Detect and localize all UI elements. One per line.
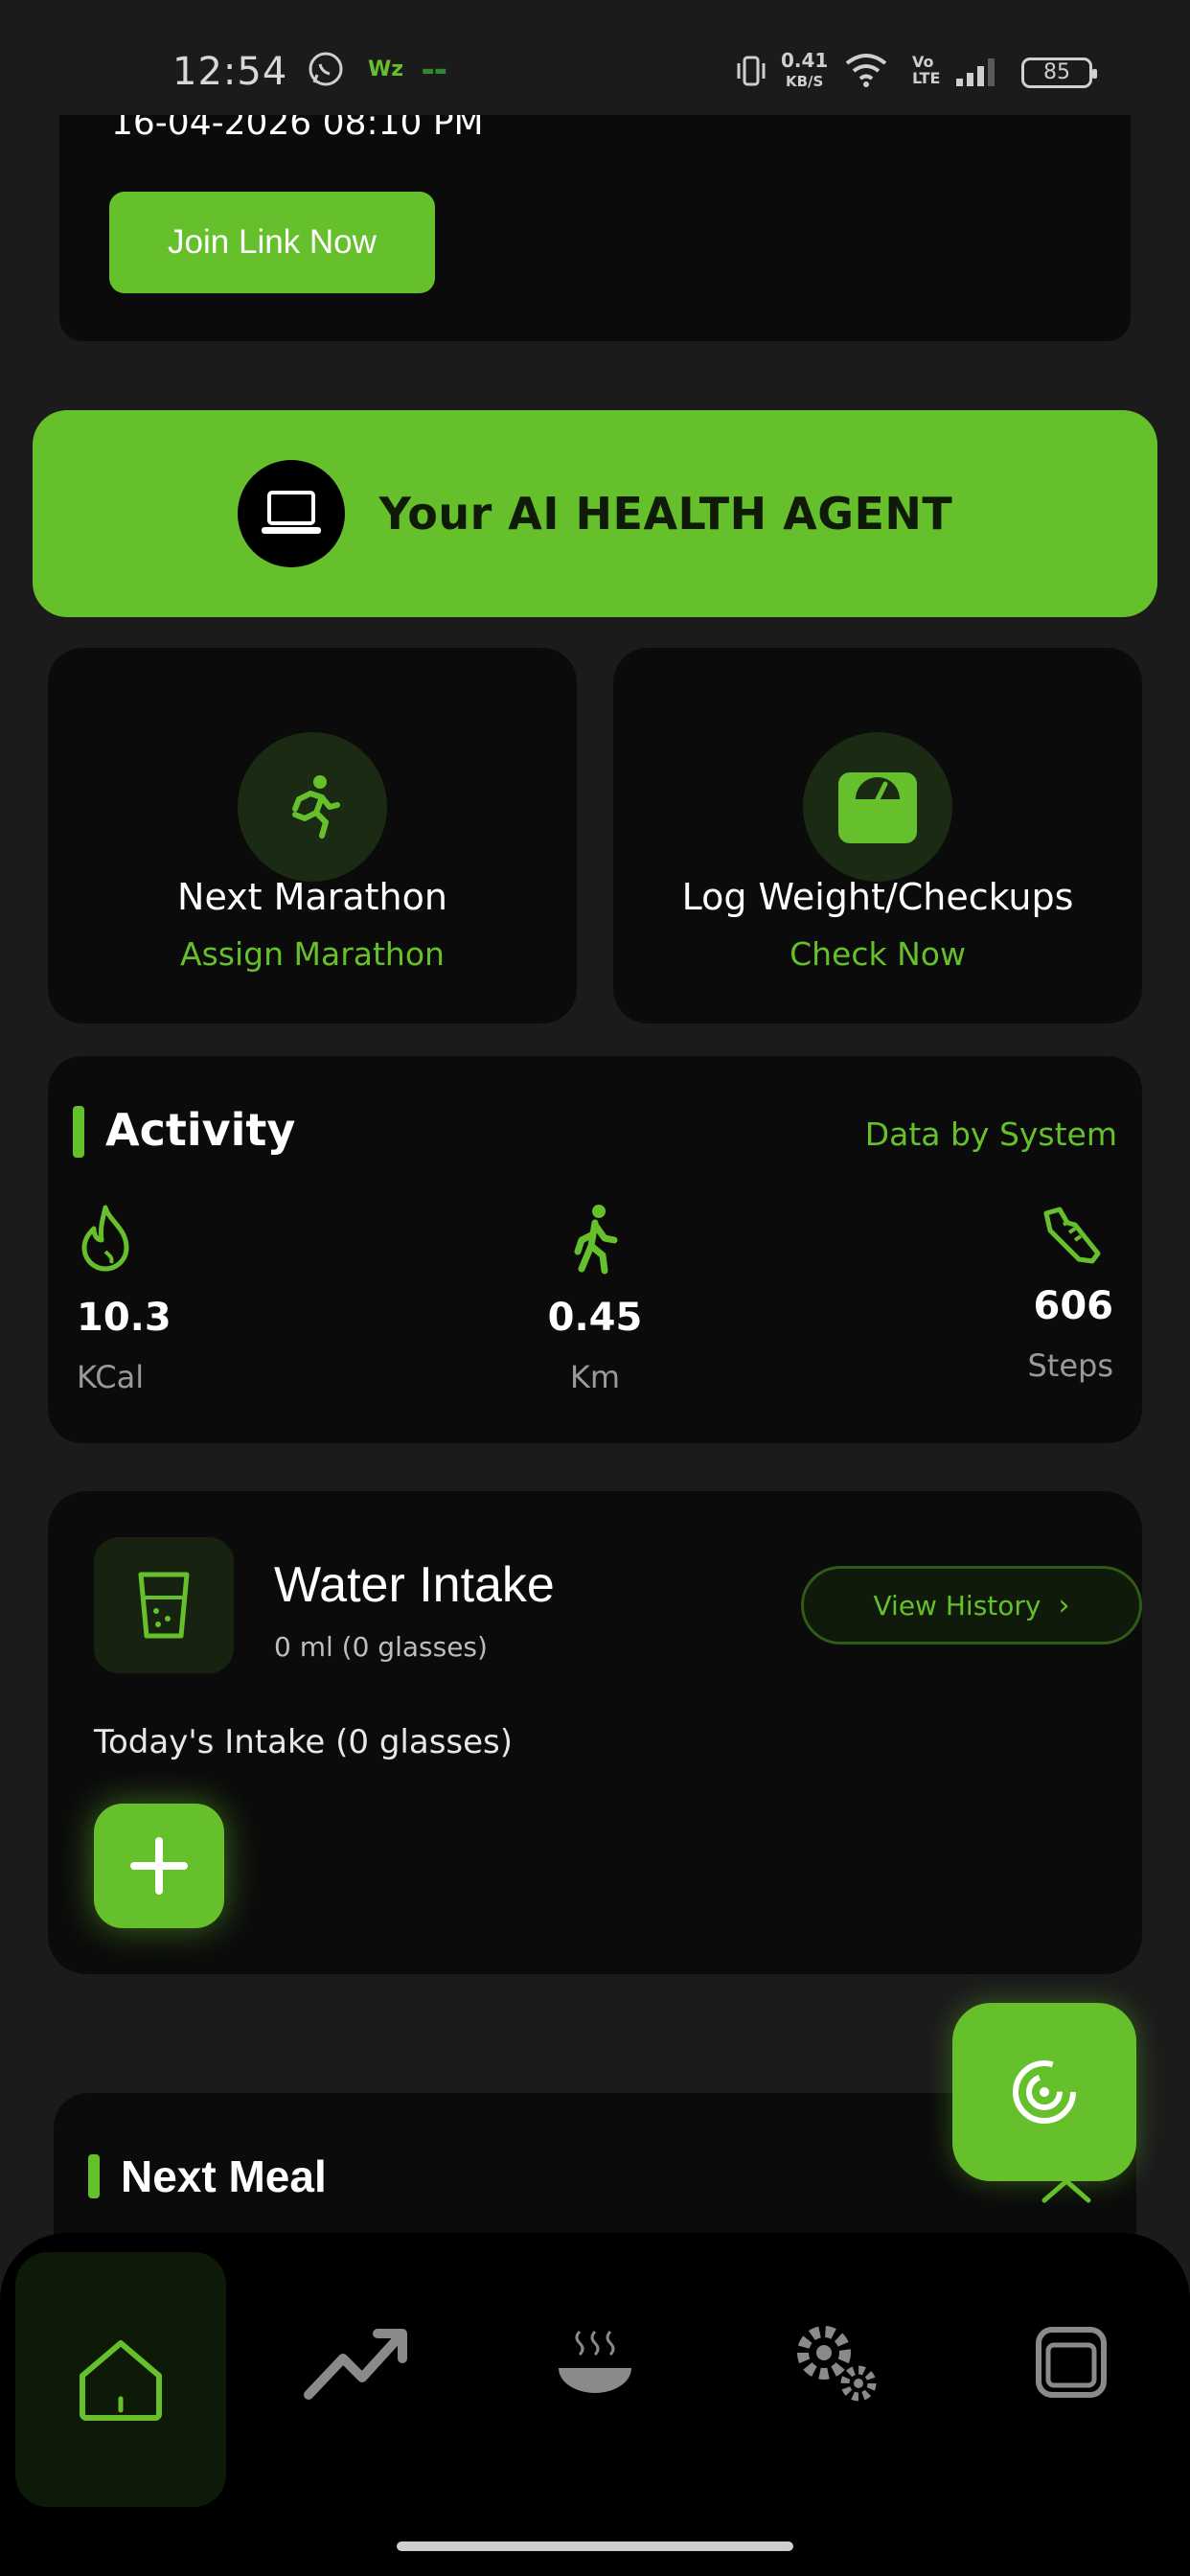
home-indicator[interactable] bbox=[397, 2542, 793, 2551]
laptop-icon bbox=[237, 460, 345, 567]
todays-intake-label: Today's Intake (0 glasses) bbox=[94, 1723, 514, 1761]
volte-icon: Vo LTE bbox=[912, 53, 941, 87]
next-marathon-title: Next Marathon bbox=[177, 876, 447, 918]
log-weight-title: Log Weight/Checkups bbox=[681, 876, 1074, 918]
status-bar: 12:54 Wz ▬▬ 0.41 KB/S Vo LTE 85 bbox=[0, 0, 1190, 115]
metric-km: 0.45 Km bbox=[470, 1204, 720, 1395]
steps-unit: Steps bbox=[1027, 1347, 1113, 1384]
app-notification-icon: Wz bbox=[368, 58, 404, 81]
water-intake-card: Water Intake 0 ml (0 glasses) View Histo… bbox=[48, 1491, 1142, 1974]
nav-progress[interactable] bbox=[251, 2233, 462, 2492]
next-marathon-card[interactable]: Next Marathon Assign Marathon bbox=[48, 648, 577, 1024]
network-speed-unit: KB/S bbox=[786, 73, 824, 90]
signal-icon bbox=[954, 56, 998, 92]
water-intake-subtitle: 0 ml (0 glasses) bbox=[274, 1631, 488, 1663]
meal-bowl-icon bbox=[559, 2330, 631, 2393]
ai-assistant-fab[interactable] bbox=[952, 2003, 1136, 2181]
activity-source: Data by System bbox=[864, 1116, 1117, 1153]
bottom-navigation bbox=[0, 2233, 1190, 2576]
vibrate-icon bbox=[734, 52, 768, 94]
check-now-link[interactable]: Check Now bbox=[613, 935, 1142, 973]
radar-icon bbox=[1013, 2060, 1076, 2124]
scale-icon bbox=[803, 732, 952, 882]
activity-accent-bar bbox=[73, 1106, 84, 1158]
km-value: 0.45 bbox=[547, 1296, 643, 1340]
view-history-label: View History bbox=[873, 1589, 1041, 1622]
flame-icon bbox=[77, 1204, 326, 1278]
ai-health-agent-label: Your AI HEALTH AGENT bbox=[378, 488, 953, 540]
nav-home[interactable] bbox=[15, 2252, 226, 2507]
activity-card: Activity Data by System 10.3 KCal 0.45 K… bbox=[48, 1056, 1142, 1443]
steps-value: 606 bbox=[1033, 1284, 1114, 1328]
nav-more[interactable] bbox=[966, 2233, 1177, 2492]
log-weight-card[interactable]: Log Weight/Checkups Check Now bbox=[613, 648, 1142, 1024]
runner-icon bbox=[238, 732, 387, 882]
network-speed: 0.41 KB/S bbox=[781, 50, 828, 92]
metric-steps: 606 Steps bbox=[864, 1204, 1113, 1384]
next-meal-title: Next Meal bbox=[121, 2151, 327, 2201]
nav-meals[interactable] bbox=[490, 2233, 700, 2492]
water-intake-title: Water Intake bbox=[274, 1557, 555, 1613]
add-water-button[interactable] bbox=[94, 1804, 224, 1928]
walking-icon bbox=[470, 1204, 720, 1278]
chevron-right-icon: › bbox=[1058, 1588, 1070, 1622]
whatsapp-icon bbox=[307, 50, 345, 96]
wifi-icon bbox=[843, 50, 889, 92]
metric-kcal: 10.3 KCal bbox=[77, 1204, 326, 1395]
status-time: 12:54 bbox=[172, 50, 288, 94]
km-unit: Km bbox=[569, 1359, 621, 1395]
plus-icon bbox=[130, 1837, 188, 1895]
shoe-icon bbox=[864, 1204, 1113, 1267]
network-speed-value: 0.41 bbox=[781, 49, 829, 72]
next-meal-accent-bar bbox=[88, 2154, 100, 2198]
activity-title: Activity bbox=[105, 1104, 296, 1156]
nav-settings[interactable] bbox=[730, 2233, 941, 2492]
settings-gears-icon bbox=[797, 2326, 877, 2402]
water-glass-icon bbox=[94, 1537, 234, 1673]
window-icon bbox=[1036, 2327, 1107, 2398]
home-icon bbox=[80, 2340, 162, 2421]
ai-health-agent-banner[interactable]: Your AI HEALTH AGENT bbox=[33, 410, 1157, 617]
view-history-button[interactable]: View History › bbox=[801, 1566, 1142, 1644]
kcal-value: 10.3 bbox=[77, 1296, 172, 1340]
battery-indicator: 85 bbox=[1021, 58, 1097, 88]
kcal-unit: KCal bbox=[77, 1359, 145, 1395]
app-notification-icon-2: ▬▬ bbox=[422, 63, 447, 79]
assign-marathon-link[interactable]: Assign Marathon bbox=[48, 935, 577, 973]
trending-up-icon bbox=[304, 2329, 407, 2400]
join-link-button[interactable]: Join Link Now bbox=[109, 192, 435, 293]
